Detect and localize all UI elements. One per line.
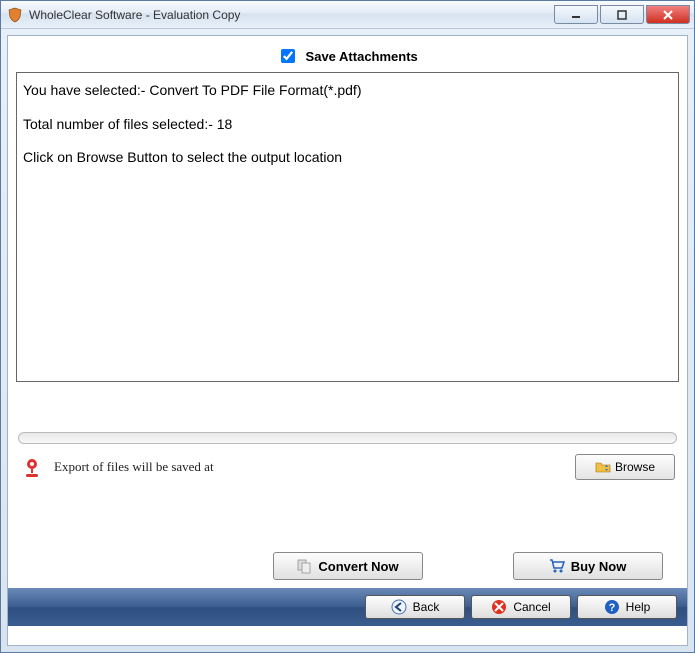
info-textbox: You have selected:- Convert To PDF File … — [16, 72, 679, 382]
help-button-label: Help — [626, 600, 651, 614]
save-attachments-checkbox[interactable] — [281, 49, 295, 63]
window-controls — [554, 5, 694, 24]
buy-now-label: Buy Now — [571, 559, 627, 574]
buy-now-button[interactable]: Buy Now — [513, 552, 663, 580]
convert-icon — [296, 558, 312, 574]
export-row: Export of files will be saved at Browse — [16, 452, 679, 482]
browse-button[interactable]: Browse — [575, 454, 675, 480]
info-line-2: Total number of files selected:- 18 — [23, 115, 672, 135]
help-button[interactable]: ? Help — [577, 595, 677, 619]
save-attachments-row: Save Attachments — [16, 42, 679, 72]
convert-now-button[interactable]: Convert Now — [273, 552, 423, 580]
progress-bar — [18, 432, 677, 444]
application-window: WholeClear Software - Evaluation Copy Sa… — [0, 0, 695, 653]
back-arrow-icon — [391, 599, 407, 615]
app-icon — [7, 7, 23, 23]
cancel-button[interactable]: Cancel — [471, 595, 571, 619]
close-button[interactable] — [646, 5, 690, 24]
cancel-icon — [491, 599, 507, 615]
minimize-button[interactable] — [554, 5, 598, 24]
client-area: Save Attachments You have selected:- Con… — [7, 35, 688, 646]
window-title: WholeClear Software - Evaluation Copy — [29, 8, 554, 22]
back-button[interactable]: Back — [365, 595, 465, 619]
footer-bar: Back Cancel ? Help — [8, 588, 687, 626]
action-row: Convert Now Buy Now — [16, 552, 679, 580]
back-button-label: Back — [413, 600, 440, 614]
folder-icon — [595, 459, 611, 475]
cart-icon — [549, 558, 565, 574]
save-attachments-label: Save Attachments — [306, 49, 418, 64]
help-icon: ? — [604, 599, 620, 615]
location-pin-icon — [22, 458, 42, 477]
svg-text:?: ? — [608, 602, 615, 614]
export-path-label: Export of files will be saved at — [54, 459, 563, 475]
maximize-button[interactable] — [600, 5, 644, 24]
convert-now-label: Convert Now — [318, 559, 398, 574]
browse-button-label: Browse — [615, 460, 655, 474]
info-line-1: You have selected:- Convert To PDF File … — [23, 81, 672, 101]
cancel-button-label: Cancel — [513, 600, 550, 614]
info-line-3: Click on Browse Button to select the out… — [23, 148, 672, 168]
titlebar: WholeClear Software - Evaluation Copy — [1, 1, 694, 29]
